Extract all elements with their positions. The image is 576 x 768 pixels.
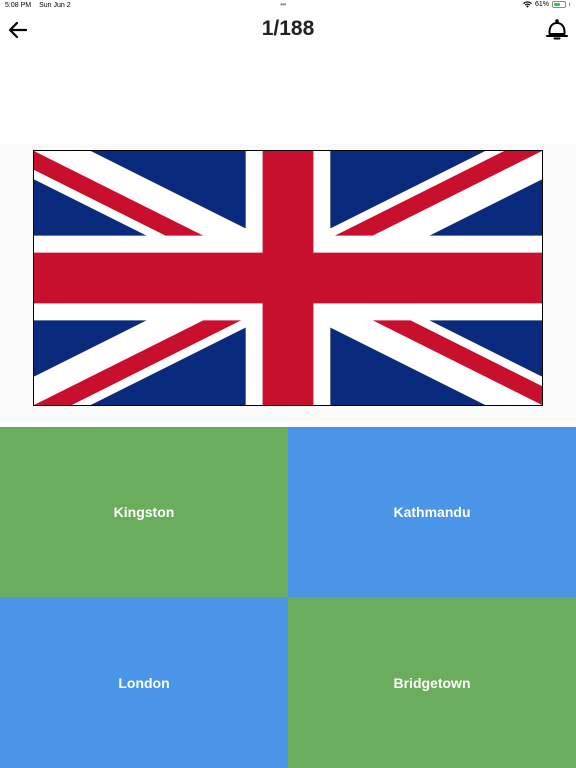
battery-tip xyxy=(569,3,570,6)
answer-label: Bridgetown xyxy=(393,674,471,691)
status-right: 61% xyxy=(523,1,570,8)
status-date: Sun Jun 2 xyxy=(39,2,71,9)
flag-image xyxy=(33,150,543,406)
answer-grid: Kingston Kathmandu London Bridgetown xyxy=(0,427,576,768)
flag-area xyxy=(0,144,576,422)
page-title: 1/188 xyxy=(261,17,315,40)
notification-button[interactable] xyxy=(544,17,570,43)
status-bar: 5:08 PM Sun Jun 2 ••• 61% xyxy=(0,0,576,12)
answer-label: Kingston xyxy=(113,504,175,520)
answer-label: London xyxy=(118,674,170,691)
wifi-icon xyxy=(523,1,532,8)
battery-icon xyxy=(552,1,566,8)
battery-percent: 61% xyxy=(534,1,549,8)
answer-button-kingston[interactable]: Kingston xyxy=(0,427,288,597)
nav-bar: 1/188 xyxy=(0,12,576,50)
bell-icon xyxy=(546,19,568,40)
multitasking-dots-icon[interactable]: ••• xyxy=(280,1,286,9)
status-time: 5:08 PM xyxy=(5,2,32,9)
answer-button-bridgetown[interactable]: Bridgetown xyxy=(288,597,576,768)
answer-button-london[interactable]: London xyxy=(0,597,288,768)
answer-button-kathmandu[interactable]: Kathmandu xyxy=(288,427,576,597)
battery-fill xyxy=(554,3,561,6)
answer-label: Kathmandu xyxy=(393,504,471,520)
status-left: 5:08 PM Sun Jun 2 xyxy=(5,2,71,9)
